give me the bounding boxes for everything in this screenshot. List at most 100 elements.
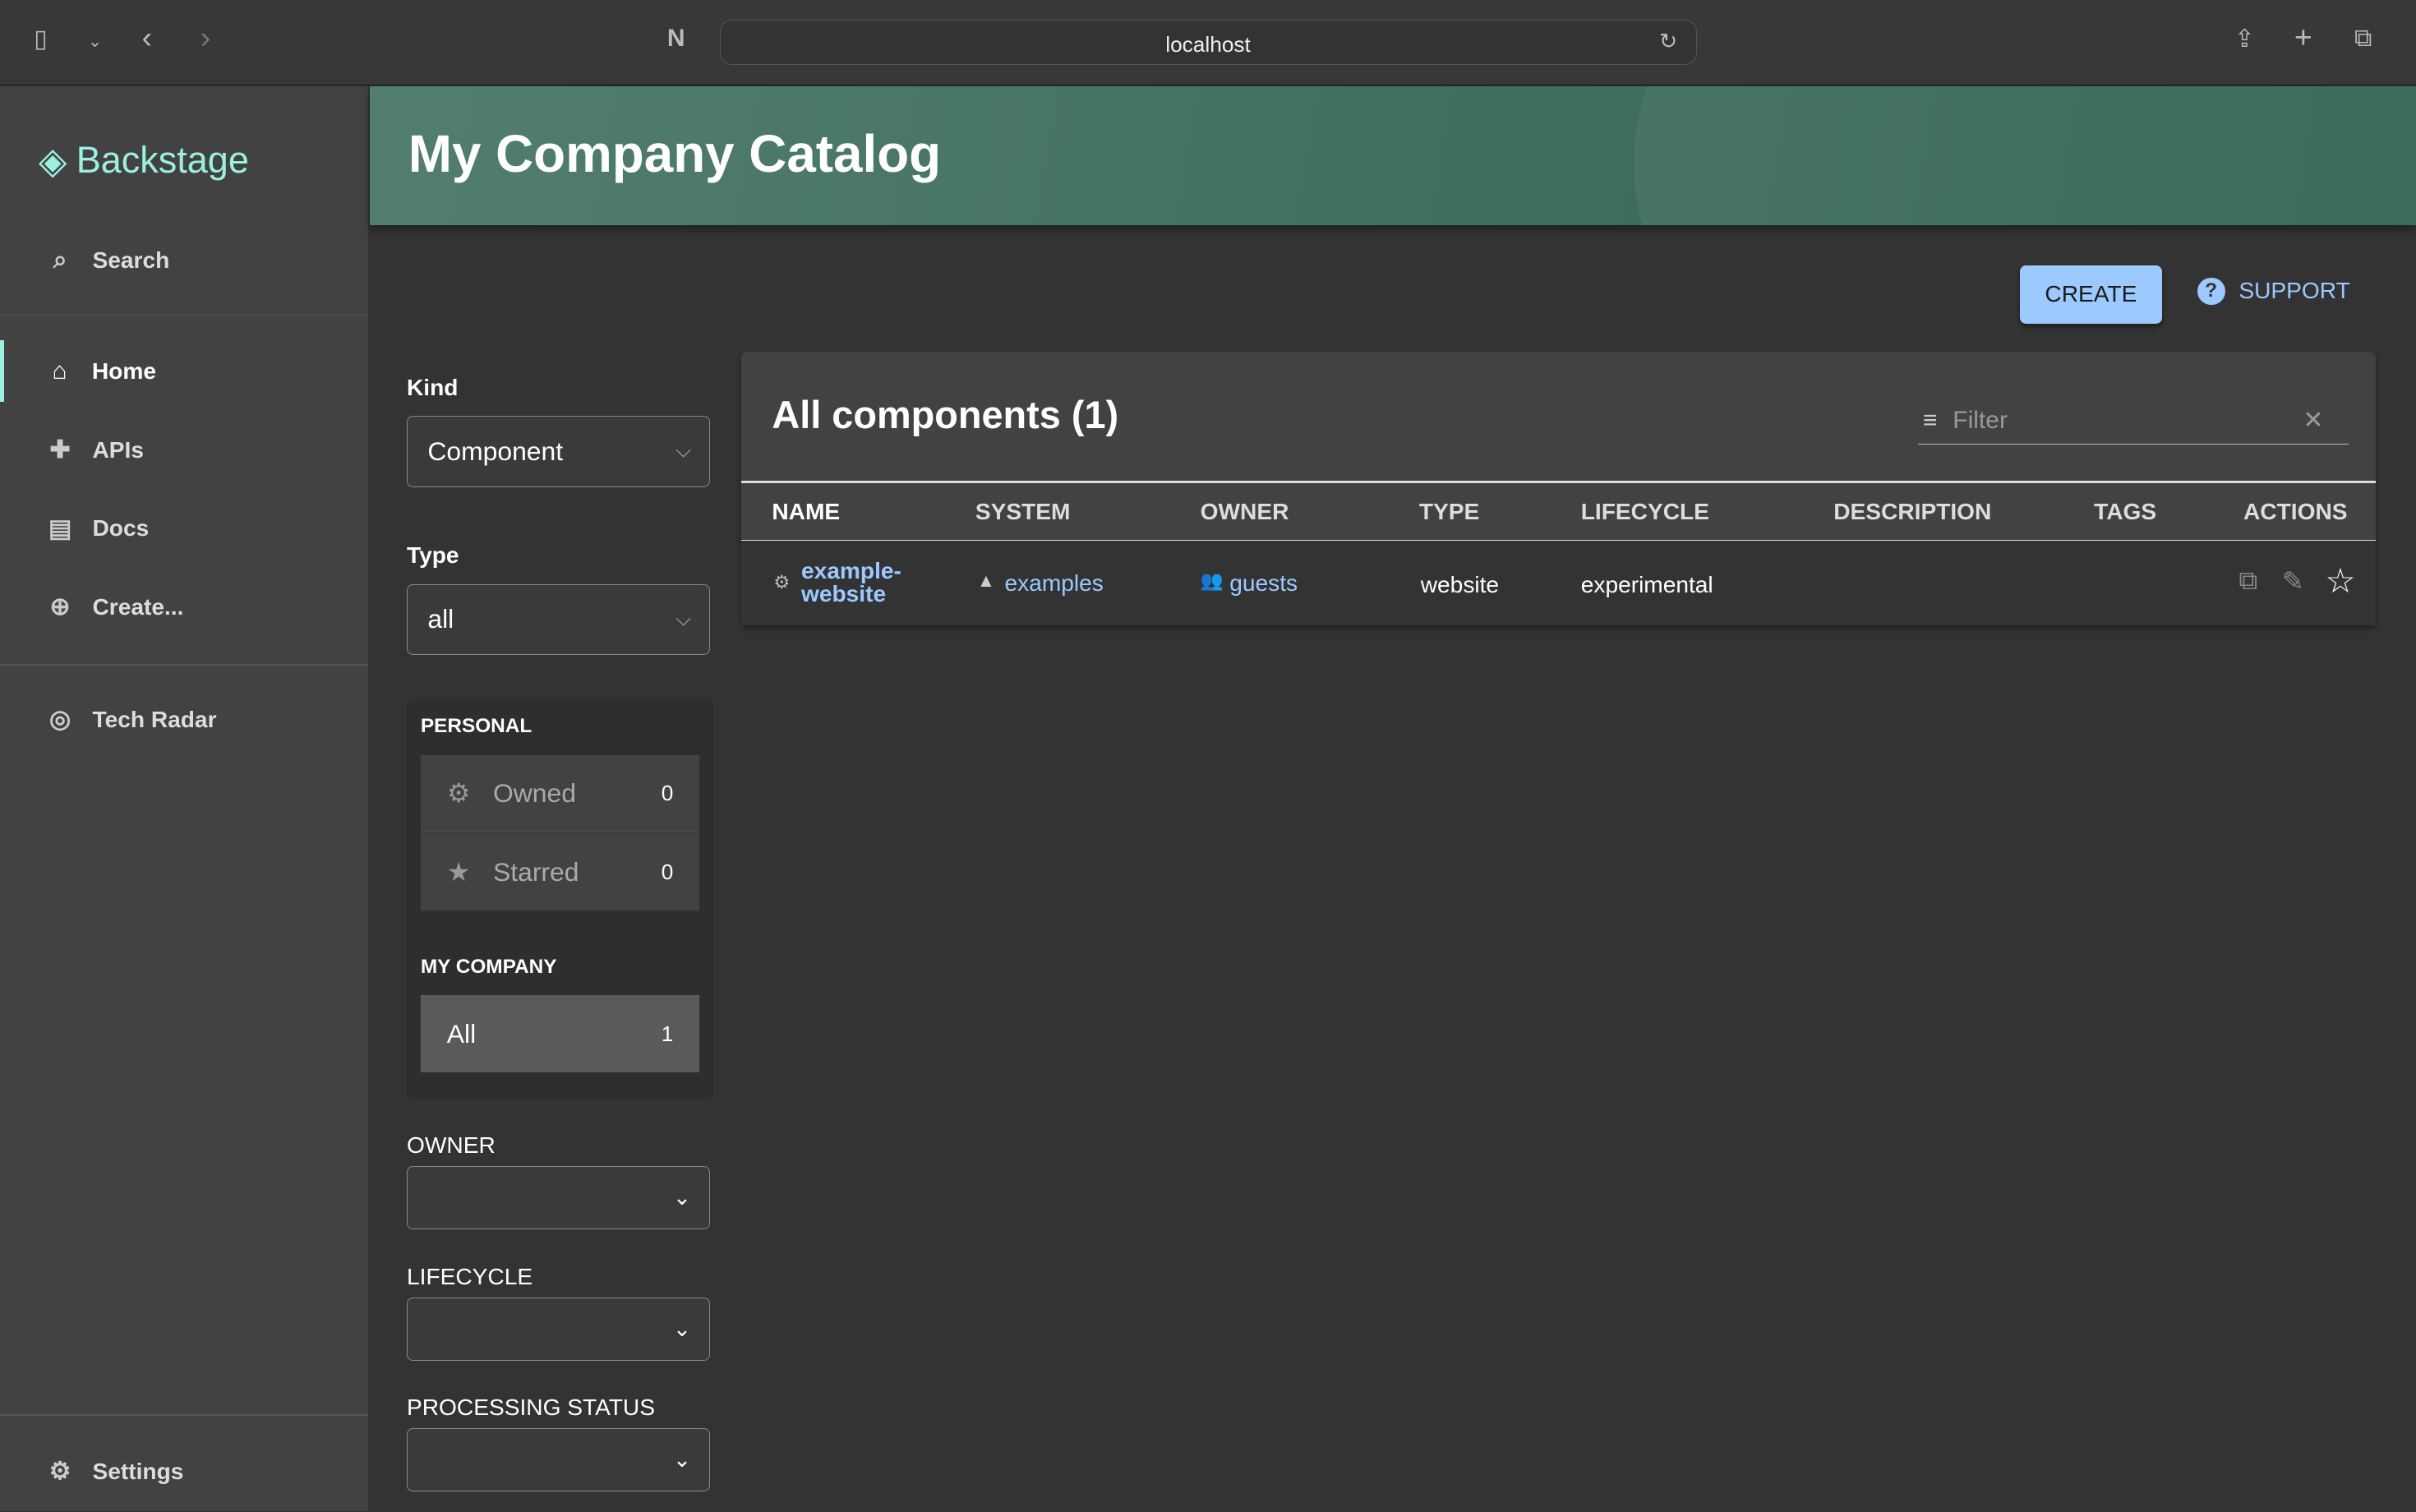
filter-placeholder: Filter: [1953, 406, 2008, 434]
system-icon: ▲: [976, 569, 996, 591]
owner-select[interactable]: ⌄: [407, 1166, 711, 1230]
star-icon[interactable]: ☆: [2325, 561, 2355, 601]
sidebar-item-home[interactable]: ⌂ Home: [0, 340, 372, 403]
divider: [0, 314, 369, 316]
owner-label: OWNER: [407, 1132, 496, 1159]
sidebar-item-label: Home: [91, 357, 156, 384]
sidebar-item-apis[interactable]: ✚ APIs: [0, 419, 368, 481]
tabs-overview-icon[interactable]: ⧉: [2354, 25, 2372, 53]
column-header[interactable]: TAGS: [2094, 499, 2156, 525]
sidebar-search[interactable]: ⌕ Search: [0, 229, 368, 291]
page-title: My Company Catalog: [408, 124, 942, 183]
user-list-picker: PERSONAL ⚙ Owned 0 ★ Starred 0 MY COMPANY Al…: [407, 699, 714, 1100]
processing-status-label: PROCESSING STATUS: [407, 1394, 655, 1420]
type-value: all: [427, 604, 454, 634]
docs-icon: ▤: [48, 514, 72, 542]
add-circle-icon: ⊕: [49, 593, 71, 621]
forward-icon[interactable]: ›: [201, 20, 211, 55]
column-header[interactable]: TYPE: [1419, 499, 1479, 525]
edit-icon[interactable]: ✎: [2282, 565, 2304, 597]
back-icon[interactable]: ‹: [142, 20, 153, 55]
reload-icon[interactable]: ↻: [1659, 29, 1677, 54]
create-button[interactable]: CREATE: [2020, 265, 2162, 324]
notion-icon[interactable]: N: [667, 25, 685, 53]
processing-status-select[interactable]: ⌄: [407, 1428, 711, 1491]
table-row: ⚙ example-website ▲ examples 👥 guests we…: [740, 541, 2377, 626]
chevron-down-icon: ⌵: [675, 607, 691, 630]
star-icon: ★: [446, 857, 471, 887]
divider: [0, 1414, 369, 1417]
home-icon: ⌂: [52, 357, 67, 385]
share-icon[interactable]: ⇪: [2234, 25, 2255, 53]
clear-icon[interactable]: ✕: [2303, 406, 2323, 435]
starred-label: Starred: [493, 856, 579, 887]
column-header[interactable]: SYSTEM: [975, 499, 1071, 525]
sidebar-item-settings[interactable]: ⚙ Settings: [0, 1441, 368, 1502]
sidebar-item-label: Settings: [92, 1458, 184, 1484]
company-title: MY COMPANY: [420, 955, 557, 978]
all-count: 1: [661, 1021, 674, 1046]
support-button[interactable]: ? SUPPORT: [2197, 277, 2350, 306]
filter-icon: ≡: [1923, 406, 1938, 434]
lifecycle-select[interactable]: ⌄: [407, 1297, 711, 1361]
sidebar-toggle-icon[interactable]: ▯: [34, 25, 48, 53]
component-icon: ⚙: [773, 571, 791, 592]
type-label: Type: [407, 542, 459, 568]
owner-link[interactable]: guests: [1229, 570, 1298, 597]
radar-icon: ◎: [49, 706, 71, 734]
search-label: Search: [92, 247, 170, 273]
sidebar-item-label: Docs: [92, 515, 150, 542]
personal-title: PERSONAL: [420, 715, 533, 737]
support-label: SUPPORT: [2238, 278, 2350, 304]
sidebar-item-tech-radar[interactable]: ◎ Tech Radar: [0, 689, 368, 750]
gear-icon: ⚙: [446, 778, 471, 809]
all-label: All: [446, 1018, 477, 1049]
component-name-link[interactable]: example-website: [801, 557, 901, 606]
puzzle-icon: ✚: [49, 436, 71, 463]
address-bar[interactable]: localhost ↻: [719, 20, 1697, 65]
group-icon: 👥: [1200, 569, 1224, 591]
backstage-logo[interactable]: ◈ Backstage: [39, 139, 249, 182]
sidebar-item-docs[interactable]: ▤ Docs: [0, 498, 368, 560]
new-tab-icon[interactable]: +: [2294, 20, 2312, 55]
type-cell: website: [1420, 571, 1500, 597]
kind-value: Component: [427, 436, 564, 466]
components-table: All components (1) ≡ Filter ✕ NAME SYSTEM …: [740, 351, 2377, 626]
filter-all[interactable]: All 1: [420, 995, 700, 1072]
search-icon: ⌕: [53, 246, 67, 274]
chevron-down-icon: ⌄: [672, 1316, 691, 1341]
name-part: website: [801, 580, 887, 606]
column-header[interactable]: LIFECYCLE: [1581, 499, 1709, 525]
kind-label: Kind: [407, 374, 459, 400]
kind-select[interactable]: Component ⌵: [407, 416, 711, 487]
page-header: My Company Catalog: [370, 86, 2416, 225]
browser-toolbar: ▯ ⌄ ‹ › N localhost ↻ ⇪ + ⧉: [0, 0, 2416, 86]
logo-text: Backstage: [76, 139, 249, 182]
url-text: localhost: [1165, 31, 1251, 57]
table-header: NAME SYSTEM OWNER TYPE LIFECYCLE DESCRIP…: [740, 481, 2377, 543]
name-part: example-: [801, 557, 901, 583]
filter-owned[interactable]: ⚙ Owned 0: [420, 754, 700, 832]
column-header[interactable]: NAME: [772, 499, 840, 525]
open-external-icon[interactable]: ⧉: [2238, 565, 2257, 597]
lifecycle-cell: experimental: [1580, 571, 1713, 597]
system-link[interactable]: examples: [1005, 570, 1104, 597]
sidebar-item-create[interactable]: ⊕ Create...: [0, 576, 368, 638]
chevron-down-icon: ⌵: [675, 440, 691, 463]
lifecycle-label: LIFECYCLE: [407, 1263, 533, 1289]
type-select[interactable]: all ⌵: [407, 583, 711, 655]
column-header[interactable]: OWNER: [1201, 499, 1289, 525]
filter-input[interactable]: ≡ Filter ✕: [1918, 398, 2349, 445]
table-title: All components (1): [772, 394, 1119, 437]
filter-starred[interactable]: ★ Starred 0: [420, 833, 700, 911]
chevron-down-icon: ⌄: [672, 1447, 691, 1473]
divider: [0, 664, 369, 666]
chevron-down-icon[interactable]: ⌄: [88, 31, 102, 52]
column-header[interactable]: DESCRIPTION: [1833, 499, 1991, 525]
starred-count: 0: [661, 859, 674, 884]
sidebar-item-label: Tech Radar: [92, 706, 217, 732]
chevron-down-icon: ⌄: [672, 1185, 691, 1210]
gear-icon: ⚙: [48, 1458, 71, 1486]
help-icon: ?: [2197, 277, 2225, 306]
owned-count: 0: [661, 780, 674, 805]
